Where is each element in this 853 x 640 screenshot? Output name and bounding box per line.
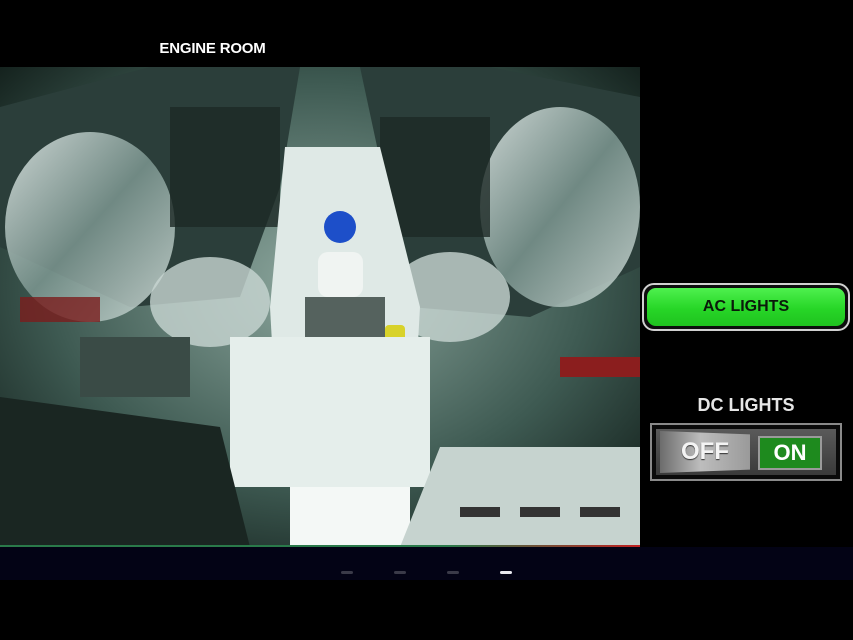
switch-on-label[interactable]: ON <box>758 436 822 470</box>
page-dot-4-active[interactable] <box>500 571 512 574</box>
dc-lights-label: DC LIGHTS <box>697 395 795 415</box>
ac-lights-label: AC LIGHTS <box>647 288 845 326</box>
camera-screen: ENGINE ROOM AC LIGHTS DC LIGHTS OFF ON <box>0 0 853 640</box>
switch-off-label[interactable]: OFF <box>660 431 750 473</box>
page-dot-2[interactable] <box>394 571 406 574</box>
page-dot-1[interactable] <box>341 571 353 574</box>
engine-room-image <box>0 67 640 547</box>
page-dot-3[interactable] <box>447 571 459 574</box>
camera-title: ENGINE ROOM <box>159 40 266 57</box>
dc-lights-switch[interactable]: OFF ON <box>650 423 842 481</box>
ac-lights-button[interactable]: AC LIGHTS <box>642 283 850 331</box>
camera-feed[interactable] <box>0 67 640 547</box>
page-indicator <box>0 547 853 580</box>
dc-switch-body: OFF ON <box>656 429 836 475</box>
